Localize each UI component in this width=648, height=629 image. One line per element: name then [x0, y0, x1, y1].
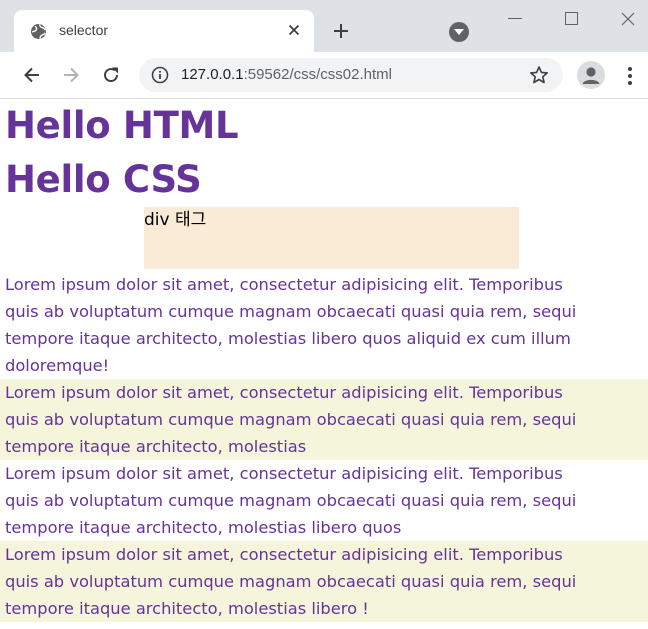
reload-icon[interactable]: [101, 65, 121, 85]
chevron-down-icon[interactable]: [449, 22, 469, 42]
heading-hello-html: Hello HTML: [5, 104, 239, 147]
tab-title: selector: [59, 22, 109, 38]
heading-hello-css: Hello CSS: [5, 158, 202, 201]
div-box: div 태그: [144, 207, 519, 269]
globe-icon: [30, 23, 47, 40]
paragraph-3: Lorem ipsum dolor sit amet, consectetur …: [0, 460, 648, 541]
paragraph-line: Lorem ipsum dolor sit amet, consectetur …: [5, 275, 563, 294]
paragraph-2: Lorem ipsum dolor sit amet, consectetur …: [0, 379, 648, 460]
minimize-icon[interactable]: [508, 18, 522, 19]
paragraph-line: quis ab voluptatum cumque magnam obcaeca…: [5, 572, 577, 591]
paragraph-line: quis ab voluptatum cumque magnam obcaeca…: [5, 302, 577, 321]
tab-strip: selector: [0, 0, 648, 52]
paragraph-line: Lorem ipsum dolor sit amet, consectetur …: [5, 464, 563, 483]
star-icon[interactable]: [529, 65, 549, 85]
info-icon[interactable]: [151, 66, 169, 84]
plus-icon[interactable]: [332, 22, 350, 40]
close-icon[interactable]: [286, 22, 302, 38]
paragraph-line: quis ab voluptatum cumque magnam obcaeca…: [5, 491, 577, 510]
address-bar[interactable]: 127.0.0.1:59562/css/css02.html: [139, 58, 563, 92]
paragraph-1: Lorem ipsum dolor sit amet, consectetur …: [0, 271, 648, 379]
back-arrow-icon[interactable]: [22, 65, 42, 85]
paragraph-line: tempore itaque architecto, molestias: [5, 437, 307, 456]
forward-arrow-icon[interactable]: [61, 65, 81, 85]
kebab-menu-icon[interactable]: [621, 66, 639, 86]
paragraph-line: tempore itaque architecto, molestias lib…: [5, 518, 402, 537]
window-close-icon[interactable]: [621, 11, 635, 26]
paragraph-line: Lorem ipsum dolor sit amet, consectetur …: [5, 545, 563, 564]
paragraph-line: Lorem ipsum dolor sit amet, consectetur …: [5, 383, 563, 402]
paragraph-line: quis ab voluptatum cumque magnam obcaeca…: [5, 410, 577, 429]
tab-selector[interactable]: selector: [14, 10, 314, 52]
url-text: 127.0.0.1:59562/css/css02.html: [181, 66, 392, 83]
paragraph-4: Lorem ipsum dolor sit amet, consectetur …: [0, 541, 648, 622]
browser-toolbar: 127.0.0.1:59562/css/css02.html: [0, 52, 648, 99]
paragraph-line: tempore itaque architecto, molestias lib…: [5, 599, 369, 618]
paragraph-line: tempore itaque architecto, molestias lib…: [5, 329, 571, 348]
paragraph-line: doloremque!: [5, 356, 110, 375]
url-host: 127.0.0.1: [181, 66, 244, 83]
maximize-icon[interactable]: [565, 12, 578, 25]
avatar-icon[interactable]: [577, 61, 605, 89]
url-path: :59562/css/css02.html: [243, 66, 392, 83]
page-content: Hello HTML Hello CSS div 태그 Lorem ipsum …: [0, 99, 648, 622]
